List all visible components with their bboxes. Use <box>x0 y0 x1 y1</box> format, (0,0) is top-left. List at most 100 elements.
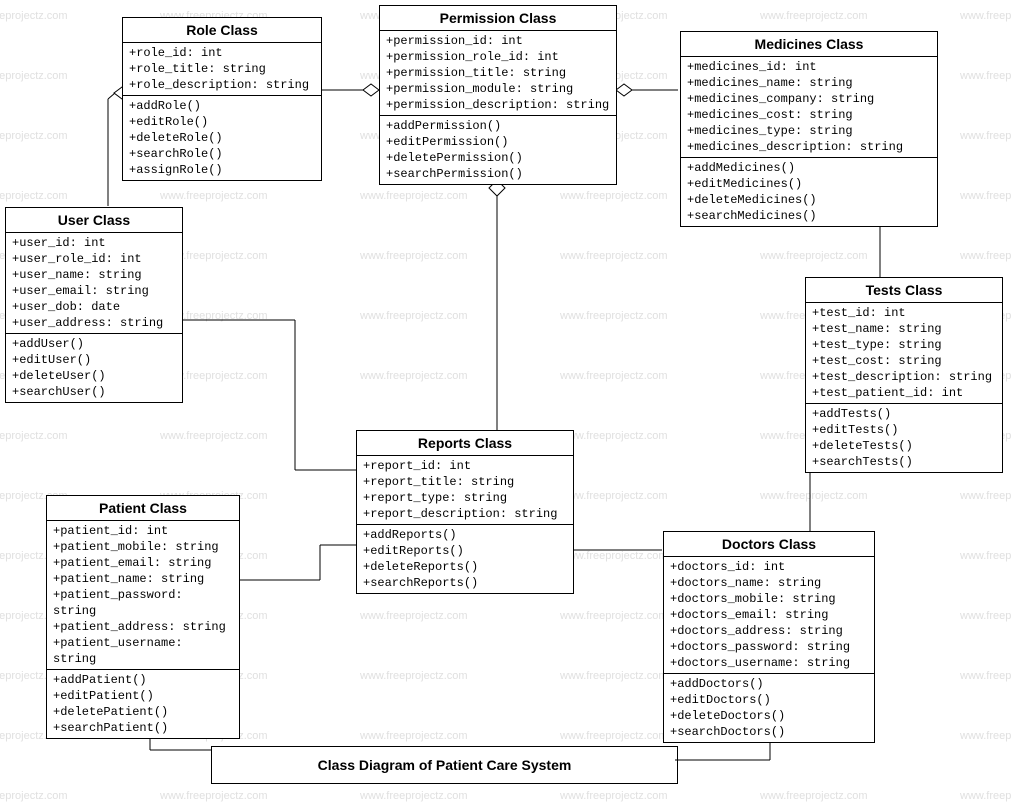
watermark-text: www.freeprojectz.com <box>960 70 1012 82</box>
class-user-ops: +addUser()+editUser()+deleteUser()+searc… <box>6 334 182 402</box>
class-doctors-ops: +addDoctors()+editDoctors()+deleteDoctor… <box>664 674 874 742</box>
uml-line: +test_cost: string <box>812 353 996 369</box>
class-permission: Permission Class +permission_id: int+per… <box>379 5 617 185</box>
uml-line: +test_patient_id: int <box>812 385 996 401</box>
class-role-title: Role Class <box>123 18 321 43</box>
uml-line: +report_title: string <box>363 474 567 490</box>
uml-line: +assignRole() <box>129 162 315 178</box>
watermark-text: www.freeprojectz.com <box>960 130 1012 142</box>
class-patient: Patient Class +patient_id: int+patient_m… <box>46 495 240 739</box>
watermark-text: www.freeprojectz.com <box>360 310 468 322</box>
class-role-attrs: +role_id: int+role_title: string+role_de… <box>123 43 321 96</box>
uml-line: +deleteMedicines() <box>687 192 931 208</box>
uml-line: +user_name: string <box>12 267 176 283</box>
uml-line: +editMedicines() <box>687 176 931 192</box>
watermark-text: www.freeprojectz.com <box>960 610 1012 622</box>
uml-line: +role_description: string <box>129 77 315 93</box>
uml-line: +searchUser() <box>12 384 176 400</box>
watermark-text: www.freeprojectz.com <box>560 670 668 682</box>
uml-line: +user_role_id: int <box>12 251 176 267</box>
uml-line: +doctors_id: int <box>670 559 868 575</box>
class-doctors: Doctors Class +doctors_id: int+doctors_n… <box>663 531 875 743</box>
class-tests-title: Tests Class <box>806 278 1002 303</box>
uml-line: +doctors_name: string <box>670 575 868 591</box>
uml-line: +searchPatient() <box>53 720 233 736</box>
uml-line: +role_title: string <box>129 61 315 77</box>
uml-line: +addUser() <box>12 336 176 352</box>
uml-line: +permission_module: string <box>386 81 610 97</box>
uml-line: +patient_id: int <box>53 523 233 539</box>
uml-line: +patient_mobile: string <box>53 539 233 555</box>
watermark-text: www.freeprojectz.com <box>960 250 1012 262</box>
class-patient-ops: +addPatient()+editPatient()+deletePatien… <box>47 670 239 738</box>
watermark-text: www.freeprojectz.com <box>0 10 68 22</box>
uml-line: +medicines_type: string <box>687 123 931 139</box>
uml-line: +searchDoctors() <box>670 724 868 740</box>
watermark-text: www.freeprojectz.com <box>760 490 868 502</box>
watermark-text: www.freeprojectz.com <box>760 250 868 262</box>
class-role: Role Class +role_id: int+role_title: str… <box>122 17 322 181</box>
class-user-title: User Class <box>6 208 182 233</box>
uml-line: +patient_password: string <box>53 587 233 619</box>
class-reports-title: Reports Class <box>357 431 573 456</box>
uml-line: +patient_username: string <box>53 635 233 667</box>
uml-line: +report_type: string <box>363 490 567 506</box>
watermark-text: www.freeprojectz.com <box>560 490 668 502</box>
uml-line: +editPatient() <box>53 688 233 704</box>
uml-line: +addPermission() <box>386 118 610 134</box>
uml-line: +medicines_company: string <box>687 91 931 107</box>
class-reports: Reports Class +report_id: int+report_tit… <box>356 430 574 594</box>
uml-line: +permission_description: string <box>386 97 610 113</box>
watermark-text: www.freeprojectz.com <box>760 10 868 22</box>
uml-line: +searchReports() <box>363 575 567 591</box>
watermark-text: www.freeprojectz.com <box>960 730 1012 742</box>
watermark-text: www.freeprojectz.com <box>960 10 1012 22</box>
watermark-text: www.freeprojectz.com <box>360 670 468 682</box>
watermark-text: www.freeprojectz.com <box>560 310 668 322</box>
watermark-text: www.freeprojectz.com <box>360 250 468 262</box>
uml-line: +medicines_cost: string <box>687 107 931 123</box>
watermark-text: www.freeprojectz.com <box>0 70 68 82</box>
uml-line: +medicines_name: string <box>687 75 931 91</box>
uml-line: +addRole() <box>129 98 315 114</box>
class-permission-attrs: +permission_id: int+permission_role_id: … <box>380 31 616 116</box>
uml-line: +deleteTests() <box>812 438 996 454</box>
uml-line: +role_id: int <box>129 45 315 61</box>
watermark-text: www.freeprojectz.com <box>560 190 668 202</box>
watermark-text: www.freeprojectz.com <box>0 430 68 442</box>
uml-line: +patient_address: string <box>53 619 233 635</box>
class-permission-ops: +addPermission()+editPermission()+delete… <box>380 116 616 184</box>
uml-line: +editTests() <box>812 422 996 438</box>
watermark-text: www.freeprojectz.com <box>0 130 68 142</box>
class-medicines-ops: +addMedicines()+editMedicines()+deleteMe… <box>681 158 937 226</box>
class-medicines-attrs: +medicines_id: int+medicines_name: strin… <box>681 57 937 158</box>
watermark-text: www.freeprojectz.com <box>960 490 1012 502</box>
watermark-text: www.freeprojectz.com <box>360 370 468 382</box>
uml-line: +doctors_address: string <box>670 623 868 639</box>
class-permission-title: Permission Class <box>380 6 616 31</box>
uml-line: +deleteReports() <box>363 559 567 575</box>
watermark-text: www.freeprojectz.com <box>560 430 668 442</box>
uml-line: +medicines_description: string <box>687 139 931 155</box>
class-role-ops: +addRole()+editRole()+deleteRole()+searc… <box>123 96 321 180</box>
uml-line: +permission_id: int <box>386 33 610 49</box>
uml-line: +user_address: string <box>12 315 176 331</box>
class-reports-ops: +addReports()+editReports()+deleteReport… <box>357 525 573 593</box>
class-reports-attrs: +report_id: int+report_title: string+rep… <box>357 456 573 525</box>
uml-line: +doctors_username: string <box>670 655 868 671</box>
uml-line: +report_id: int <box>363 458 567 474</box>
uml-line: +addReports() <box>363 527 567 543</box>
uml-line: +searchRole() <box>129 146 315 162</box>
uml-line: +addDoctors() <box>670 676 868 692</box>
uml-line: +user_dob: date <box>12 299 176 315</box>
class-patient-attrs: +patient_id: int+patient_mobile: string +… <box>47 521 239 670</box>
uml-line: +deletePatient() <box>53 704 233 720</box>
watermark-text: www.freeprojectz.com <box>960 190 1012 202</box>
class-patient-title: Patient Class <box>47 496 239 521</box>
uml-line: +deleteUser() <box>12 368 176 384</box>
class-tests: Tests Class +test_id: int+test_name: str… <box>805 277 1003 473</box>
uml-line: +doctors_email: string <box>670 607 868 623</box>
uml-line: +addPatient() <box>53 672 233 688</box>
class-medicines: Medicines Class +medicines_id: int+medic… <box>680 31 938 227</box>
uml-line: +patient_name: string <box>53 571 233 587</box>
